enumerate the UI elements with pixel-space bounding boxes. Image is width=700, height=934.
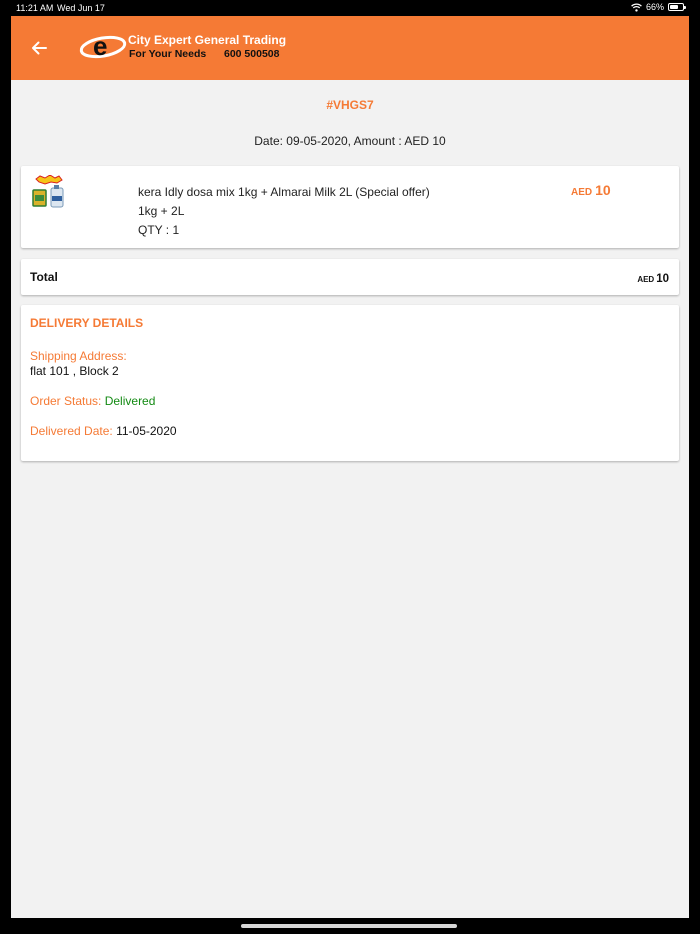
delivered-date: Delivered Date: 11-05-2020 <box>30 424 177 438</box>
app-header: e City Expert General Trading For Your N… <box>11 16 689 80</box>
delivered-date-value: 11-05-2020 <box>116 424 177 438</box>
total-price: AED 10 <box>637 269 669 287</box>
total-card: Total AED 10 <box>21 259 679 295</box>
total-amount: 10 <box>656 273 669 285</box>
battery-percent: 66% <box>645 2 664 12</box>
product-image <box>32 175 64 208</box>
delivered-date-label: Delivered Date: <box>30 424 113 438</box>
battery-icon <box>668 3 686 11</box>
status-time: 11:21 AM <box>16 3 54 13</box>
battery-level <box>670 5 678 9</box>
svg-text:e: e <box>93 31 107 61</box>
home-indicator[interactable] <box>241 924 457 928</box>
order-id: #VHGS7 <box>326 98 374 112</box>
product-quantity: QTY : 1 <box>138 223 180 237</box>
brand-tagline: For Your Needs <box>129 48 207 60</box>
item-price-amount: 10 <box>595 182 611 198</box>
shipping-address-label: Shipping Address: <box>30 349 127 363</box>
order-item-card: kera Idly dosa mix 1kg + Almarai Milk 2L… <box>21 166 679 248</box>
total-currency: AED <box>637 275 655 284</box>
brand-phone: 600 500508 <box>224 48 280 60</box>
product-name: kera Idly dosa mix 1kg + Almarai Milk 2L… <box>138 185 430 199</box>
wifi-icon <box>631 3 642 12</box>
shipping-address-value: flat 101 , Block 2 <box>30 364 119 378</box>
order-status: Order Status: Delivered <box>30 394 155 408</box>
delivery-details-card: DELIVERY DETAILS Shipping Address: flat … <box>21 305 679 461</box>
total-label: Total <box>30 270 58 284</box>
order-summary: Date: 09-05-2020, Amount : AED 10 <box>254 134 446 148</box>
item-price-currency: AED <box>571 187 593 198</box>
order-status-label: Order Status: <box>30 394 102 408</box>
status-indicators: 66% <box>631 2 686 12</box>
status-date: Wed Jun 17 <box>57 3 105 13</box>
app-screen: e City Expert General Trading For Your N… <box>11 16 689 918</box>
order-status-value: Delivered <box>104 394 156 408</box>
status-bar: 11:21 AM Wed Jun 17 66% <box>0 0 700 16</box>
item-price: AED 10 <box>571 182 611 200</box>
delivery-details-title: DELIVERY DETAILS <box>30 316 144 330</box>
arrow-left-icon[interactable] <box>27 36 51 60</box>
product-size: 1kg + 2L <box>138 204 185 218</box>
brand-name: City Expert General Trading <box>128 33 287 47</box>
company-logo: e <box>79 31 127 61</box>
